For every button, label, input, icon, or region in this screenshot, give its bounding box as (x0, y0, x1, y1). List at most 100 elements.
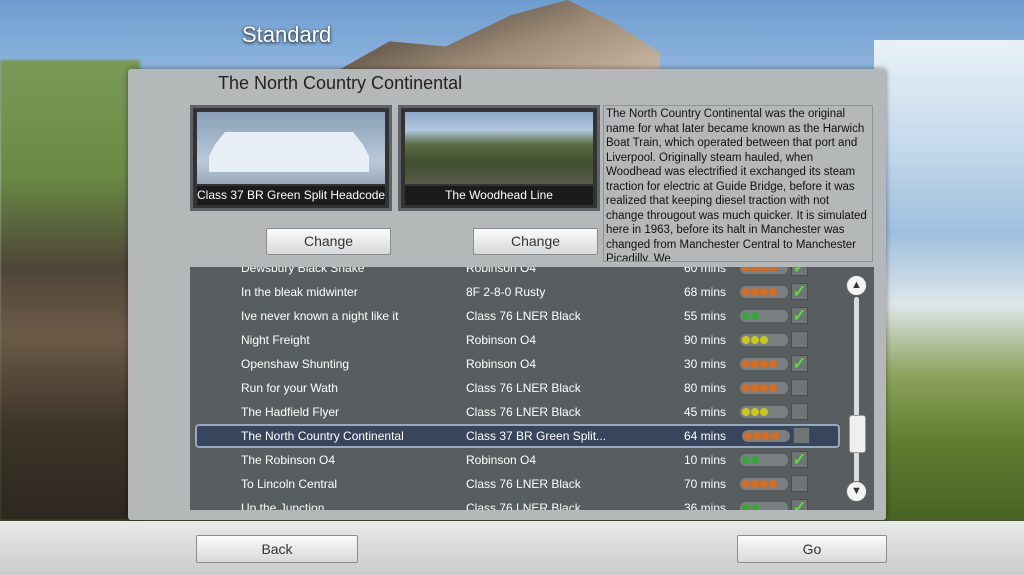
checkmark-icon: ✓ (791, 499, 808, 510)
empty-checkbox (793, 427, 810, 444)
chevron-up-icon[interactable]: ▲ (846, 275, 867, 296)
change-loco-button[interactable]: Change (266, 228, 391, 255)
route-caption: The Woodhead Line (405, 186, 593, 205)
difficulty-dot (769, 360, 777, 368)
table-row[interactable]: Run for your Wath Class 76 LNER Black 80 m… (190, 376, 840, 400)
difficulty-indicator (740, 334, 788, 346)
table-row[interactable]: To Lincoln Central Class 76 LNER Black 70 … (190, 472, 840, 496)
scenario-list: Dewsbury Black Snake Robinson O4 60 mins ✓ I… (190, 267, 874, 510)
difficulty-dot (742, 408, 750, 416)
difficulty-dot (769, 267, 777, 272)
difficulty-indicator (740, 286, 788, 298)
difficulty-dot (751, 288, 759, 296)
chevron-down-icon[interactable]: ▼ (846, 481, 867, 502)
scenario-duration: 60 mins (684, 267, 727, 275)
scenario-loco: Class 76 LNER Black (466, 309, 581, 323)
scenario-name: Up the Junction (241, 501, 325, 510)
scenario-title: The North Country Continental (218, 73, 463, 93)
difficulty-indicator (740, 454, 788, 466)
scenario-name: Openshaw Shunting (241, 357, 350, 371)
table-row[interactable]: Dewsbury Black Snake Robinson O4 60 mins ✓ (190, 267, 840, 280)
difficulty-dot (742, 336, 750, 344)
scenario-duration: 64 mins (684, 429, 727, 443)
checkmark-icon: ✓ (791, 267, 808, 276)
difficulty-dot (744, 432, 752, 440)
scenario-name: Dewsbury Black Snake (241, 267, 365, 275)
checkmark-icon: ✓ (791, 306, 808, 325)
difficulty-dot (760, 384, 768, 392)
scenario-duration: 70 mins (684, 477, 727, 491)
checkmark-icon: ✓ (791, 354, 808, 373)
locomotive-silhouette (209, 132, 369, 172)
difficulty-dot (742, 384, 750, 392)
table-row[interactable]: The Robinson O4 Robinson O4 10 mins ✓ (190, 448, 840, 472)
empty-checkbox (791, 475, 808, 492)
table-row[interactable]: In the bleak midwinter 8F 2-8-0 Rusty 68 m… (190, 280, 840, 304)
table-row[interactable]: The Hadfield Flyer Class 76 LNER Black 45 … (190, 400, 840, 424)
scenario-name: In the bleak midwinter (241, 285, 358, 299)
scenario-loco: 8F 2-8-0 Rusty (466, 285, 546, 299)
difficulty-indicator (740, 382, 788, 394)
change-route-button[interactable]: Change (473, 228, 598, 255)
difficulty-dot (760, 288, 768, 296)
scenario-loco: Robinson O4 (466, 333, 537, 347)
checkmark-icon: ✓ (791, 450, 808, 469)
scenario-list-scrollbar[interactable]: ▲ ▼ (846, 275, 868, 503)
difficulty-dot (742, 360, 750, 368)
checkmark-icon: ✓ (791, 282, 808, 301)
difficulty-dot (751, 480, 759, 488)
difficulty-indicator (740, 310, 788, 322)
scenario-description: The North Country Continental was the or… (603, 105, 873, 262)
difficulty-dot (751, 408, 759, 416)
difficulty-dot (751, 312, 759, 320)
difficulty-dot (753, 432, 761, 440)
table-row[interactable]: Openshaw Shunting Robinson O4 30 mins ✓ (190, 352, 840, 376)
difficulty-dot (769, 384, 777, 392)
table-row[interactable]: Night Freight Robinson O4 90 mins (190, 328, 840, 352)
scrollbar-thumb[interactable] (849, 415, 866, 453)
scenario-loco: Class 37 BR Green Split... (466, 429, 607, 443)
difficulty-dot (742, 288, 750, 296)
mode-title: Standard (242, 22, 332, 47)
difficulty-dot (760, 408, 768, 416)
scenario-name: Night Freight (241, 333, 310, 347)
empty-checkbox (791, 403, 808, 420)
scenario-name: The Hadfield Flyer (241, 405, 340, 419)
difficulty-dot (742, 267, 750, 272)
difficulty-dot (742, 480, 750, 488)
scenario-name: The Robinson O4 (241, 453, 336, 467)
loco-image (197, 112, 385, 184)
scenario-loco: Class 76 LNER Black (466, 381, 581, 395)
scenario-loco: Class 76 LNER Black (466, 501, 581, 510)
scrollbar-track[interactable] (854, 297, 859, 483)
scenario-duration: 10 mins (684, 453, 727, 467)
scenario-loco: Class 76 LNER Black (466, 477, 581, 491)
difficulty-dot (751, 504, 759, 510)
background-scenery-right (874, 40, 1024, 520)
scenario-duration: 45 mins (684, 405, 727, 419)
scenario-name: To Lincoln Central (241, 477, 338, 491)
loco-thumbnail: Class 37 BR Green Split Headcode (190, 105, 392, 211)
scenario-duration: 36 mins (684, 501, 727, 510)
difficulty-dot (760, 480, 768, 488)
route-image (405, 112, 593, 184)
back-button[interactable]: Back (196, 535, 358, 563)
scenario-name: Ive never known a night like it (241, 309, 399, 323)
scenario-loco: Robinson O4 (466, 453, 537, 467)
difficulty-dot (742, 456, 750, 464)
difficulty-dot (751, 456, 759, 464)
scenario-duration: 90 mins (684, 333, 727, 347)
table-row[interactable]: Ive never known a night like it Class 76 … (190, 304, 840, 328)
background-mountain (330, 0, 660, 75)
difficulty-indicator (740, 358, 788, 370)
route-thumbnail: The Woodhead Line (398, 105, 600, 211)
empty-checkbox (791, 331, 808, 348)
difficulty-dot (751, 360, 759, 368)
table-row-selected[interactable]: The North Country Continental Class 37 BR… (195, 424, 840, 448)
table-row[interactable]: Up the Junction Class 76 LNER Black 36 min… (190, 496, 840, 510)
go-button[interactable]: Go (737, 535, 887, 563)
difficulty-dot (760, 336, 768, 344)
difficulty-dot (771, 432, 779, 440)
difficulty-dot (769, 480, 777, 488)
difficulty-indicator (740, 478, 788, 490)
